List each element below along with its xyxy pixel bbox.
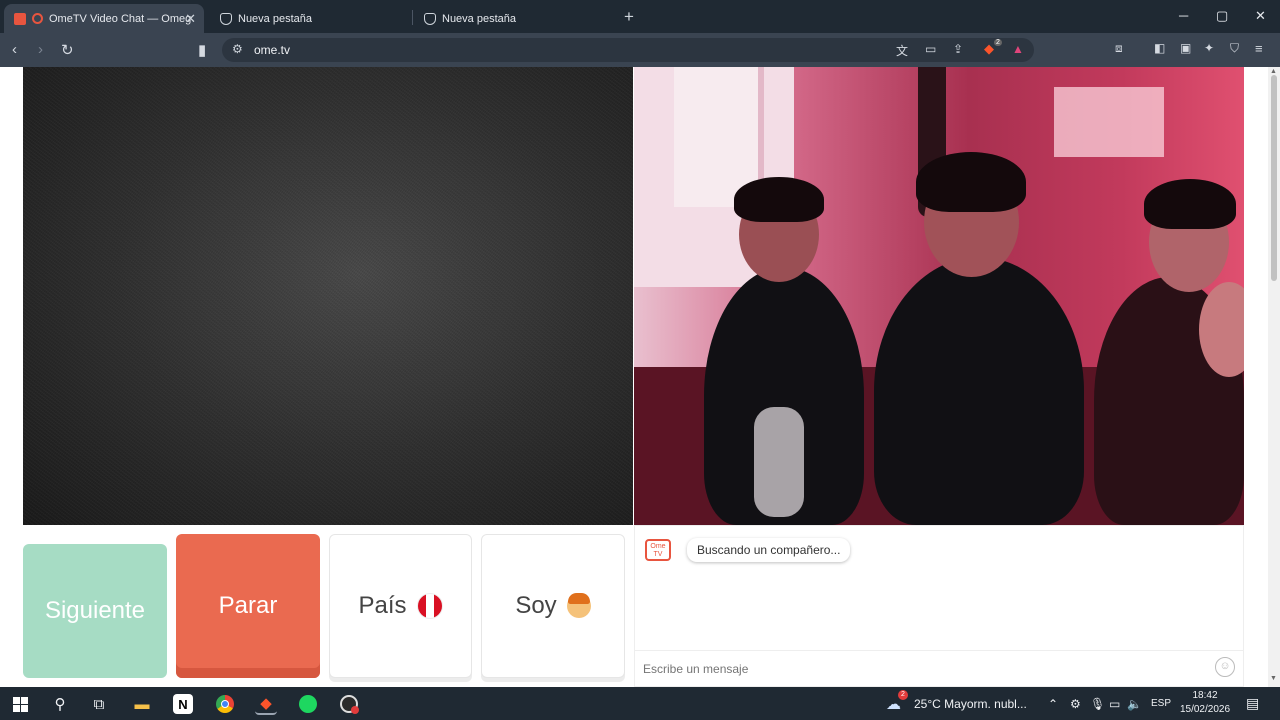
forward-icon[interactable]: › [38, 41, 43, 58]
share-icon[interactable]: ⇪ [953, 42, 963, 56]
settings-tray-icon[interactable]: ⚙ [1070, 697, 1081, 711]
stop-button[interactable]: Parar [176, 534, 320, 678]
weather-alert-badge: 2 [898, 690, 908, 700]
screenshot-icon[interactable]: ⧈ [1115, 41, 1123, 56]
gender-button[interactable]: Soy [481, 534, 625, 678]
message-input[interactable] [643, 659, 1203, 679]
close-tab-icon[interactable]: ✕ [185, 11, 196, 27]
menu-icon[interactable]: ≡ [1255, 41, 1263, 56]
tray-chevron-icon[interactable]: ⌃ [1048, 697, 1058, 711]
boy-avatar-icon [566, 593, 591, 618]
network-icon[interactable]: ▭ [1109, 697, 1120, 711]
address-text: ome.tv [254, 43, 291, 57]
tab-title: Nueva pestaña [238, 12, 312, 25]
vpn-icon[interactable]: ⛉ [1230, 41, 1239, 56]
self-camera-video [634, 67, 1244, 525]
spotify-icon[interactable] [297, 693, 319, 715]
obs-icon[interactable] [338, 693, 360, 715]
back-icon[interactable]: ‹ [12, 41, 17, 58]
language-indicator[interactable]: ESP [1151, 698, 1171, 709]
scroll-down-icon[interactable]: ▼ [1270, 675, 1277, 682]
peru-flag-icon [416, 593, 443, 619]
maximize-icon[interactable]: ▢ [1216, 8, 1228, 24]
brave-shield-icon [424, 12, 436, 25]
gender-label: Soy [515, 592, 557, 619]
ometv-logo-icon: Ome TV [645, 539, 671, 561]
next-button[interactable]: Siguiente [23, 544, 167, 678]
partner-video-static [23, 67, 633, 525]
tab-divider [412, 10, 413, 25]
tab-title: Nueva pestaña [442, 12, 516, 25]
brave-shield-icon [220, 12, 232, 25]
person-2 [874, 257, 1084, 525]
chrome-icon[interactable] [214, 693, 236, 715]
recording-icon [32, 13, 43, 24]
video-noise [23, 67, 633, 525]
country-button[interactable]: País [329, 534, 472, 678]
person-1-hair [734, 177, 824, 222]
windows-taskbar: ⚲ ⧉ ▬ N ◆ ☁ 2 25°C Mayorm. nubl... ⌃ ⚙ 🎙… [0, 687, 1280, 720]
browser-toolbar: ‹ › ↻ ▮ ⚙ ome.tv 文 ▭ ⇪ ◆ 2 ▲ ⧈ ◧ ▣ ✦ ⛉ ≡ [0, 33, 1280, 67]
file-explorer-icon[interactable]: ▬ [131, 693, 153, 715]
new-tab-button[interactable]: + [624, 7, 634, 27]
tab-ometv[interactable]: OmeTV Video Chat — Omeg ✕ [4, 4, 204, 33]
person-2-hair [916, 152, 1026, 212]
ometv-page: Siguiente Parar País Soy Ome TV Buscando… [0, 67, 1268, 687]
site-settings-icon[interactable]: ⚙ [232, 42, 243, 56]
cast-icon[interactable]: ▭ [925, 42, 936, 56]
person-3-hair [1144, 179, 1236, 229]
close-window-icon[interactable]: ✕ [1255, 8, 1266, 24]
task-view-icon[interactable]: ⧉ [88, 693, 110, 715]
chat-input-bar: ☺ [635, 650, 1243, 686]
windows-start-icon[interactable] [9, 693, 31, 715]
shields-count-badge: 2 [994, 39, 1002, 46]
tab-title: OmeTV Video Chat — Omeg [49, 12, 192, 25]
microphone-icon[interactable]: 🎙 [1090, 697, 1105, 711]
brave-browser-icon[interactable]: ◆ [255, 693, 277, 715]
translate-icon[interactable]: 文 [896, 42, 908, 59]
wallet-icon[interactable]: ▣ [1180, 41, 1191, 55]
minimize-icon[interactable]: ─ [1179, 8, 1188, 23]
emoji-icon[interactable]: ☺ [1215, 657, 1235, 677]
brave-shields-icon[interactable]: ◆ [984, 41, 994, 57]
address-bar[interactable]: ⚙ ome.tv 文 ▭ ⇪ ◆ 2 ▲ [222, 38, 1034, 62]
scroll-thumb[interactable] [1271, 75, 1277, 281]
chat-panel: Ome TV Buscando un compañero... ☺ [634, 525, 1244, 687]
window-light [1054, 87, 1164, 157]
ometv-favicon-icon [14, 12, 26, 25]
weather-text[interactable]: 25°C Mayorm. nubl... [914, 697, 1027, 711]
volume-icon[interactable]: 🔈 [1127, 697, 1142, 711]
clock-date: 15/02/2026 [1179, 704, 1231, 715]
bottle [754, 407, 804, 517]
notion-icon[interactable]: N [173, 694, 193, 714]
scroll-up-icon[interactable]: ▲ [1270, 68, 1277, 75]
country-label: País [358, 592, 407, 619]
sidebar-icon[interactable]: ◧ [1154, 41, 1165, 55]
page-scrollbar[interactable]: ▲ ▼ [1268, 67, 1280, 687]
tab-new-2[interactable]: Nueva pestaña [414, 4, 614, 33]
search-icon[interactable]: ⚲ [49, 693, 71, 715]
brave-rewards-icon[interactable]: ▲ [1012, 42, 1024, 56]
tab-new-1[interactable]: Nueva pestaña [210, 4, 410, 33]
system-clock[interactable]: 18:42 15/02/2026 [1175, 689, 1235, 717]
reload-icon[interactable]: ↻ [61, 41, 74, 59]
status-message: Buscando un compañero... [687, 538, 851, 562]
notifications-icon[interactable]: ▤ [1246, 695, 1259, 712]
leo-ai-icon[interactable]: ✦ [1204, 41, 1214, 55]
clock-time: 18:42 [1192, 690, 1218, 701]
browser-tab-strip: OmeTV Video Chat — Omeg ✕ Nueva pestaña … [0, 0, 1280, 33]
bookmark-icon[interactable]: ▮ [198, 41, 206, 59]
